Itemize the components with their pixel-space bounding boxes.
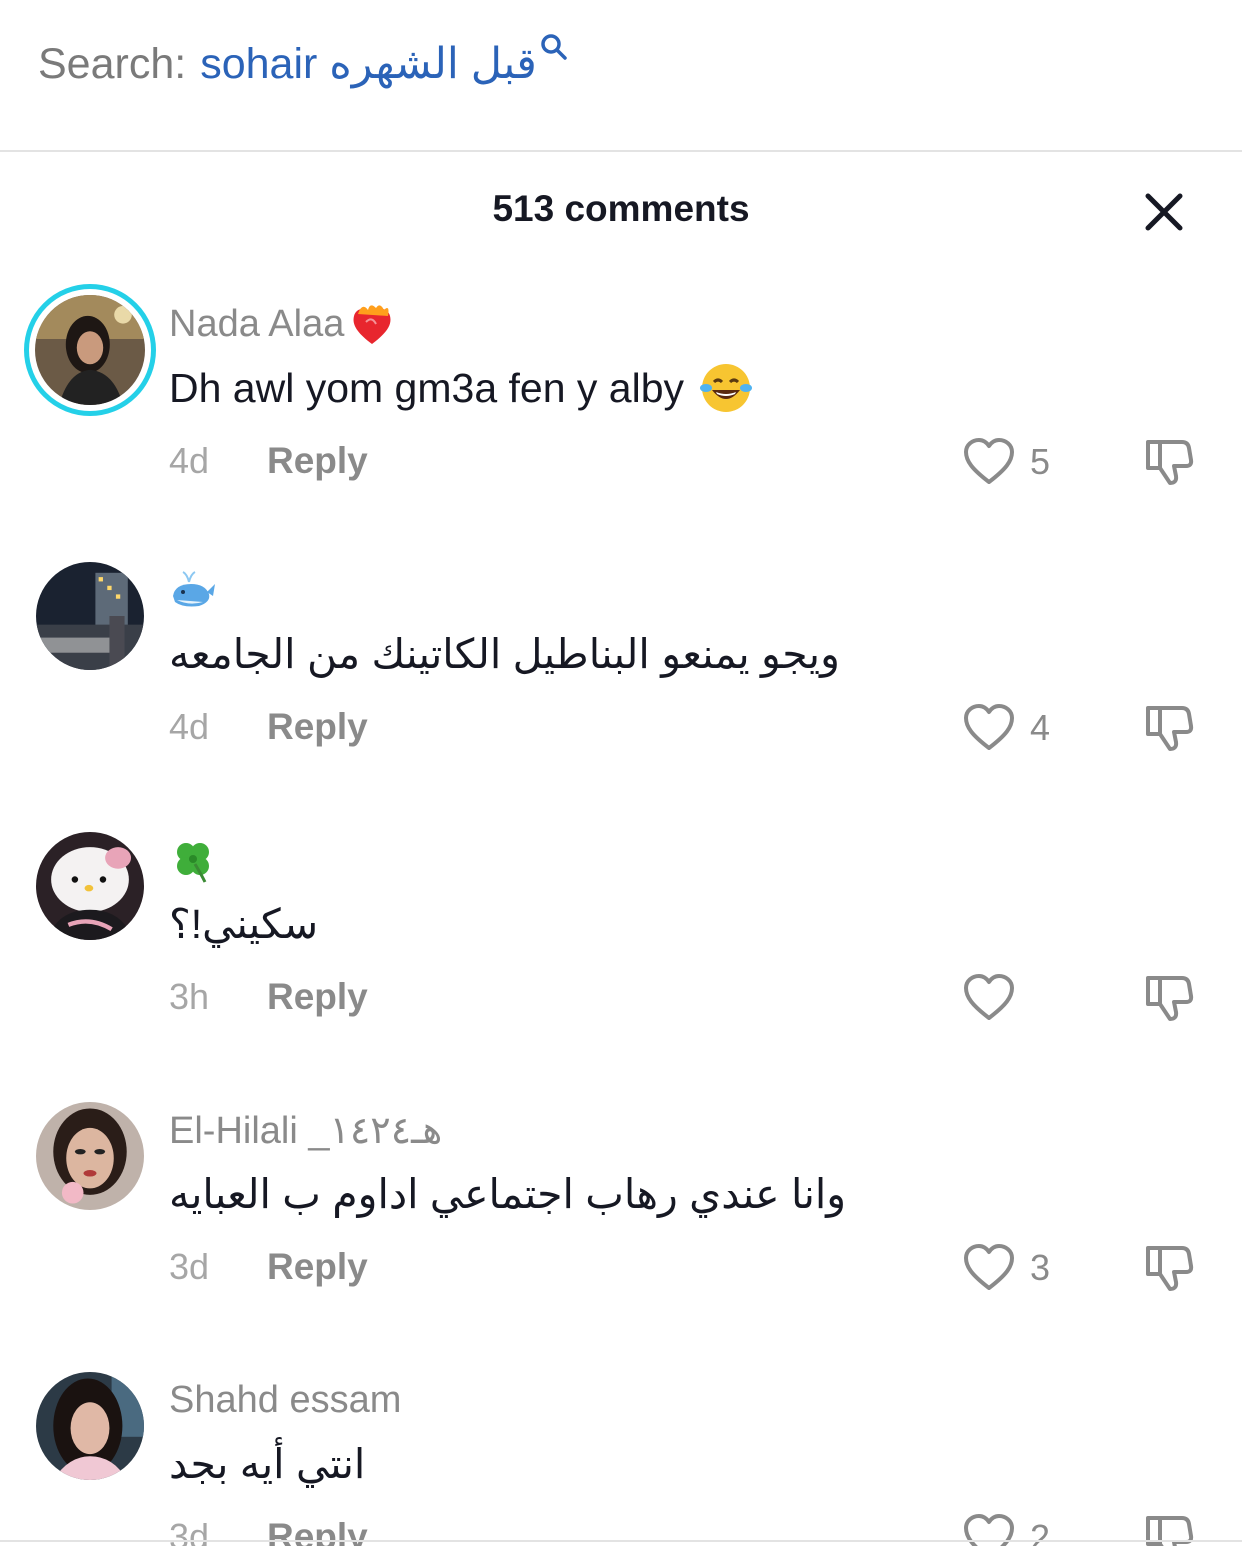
like-count: 5 bbox=[1030, 441, 1051, 482]
comment-text-content: انتي أيه بجد bbox=[169, 1441, 366, 1487]
comment-item: Shahd essam انتي أيه بجد 3d Reply 2 bbox=[0, 1372, 1242, 1546]
like-button[interactable] bbox=[962, 972, 1030, 1024]
four-leaf-clover-icon bbox=[177, 843, 209, 883]
comment-text-content: سكيني!؟ bbox=[169, 901, 319, 947]
comment-time: 4d bbox=[169, 440, 210, 481]
comment-item: El-Hilali _هـ١٤٢٤ وانا عندي رهاب اجتماعي… bbox=[0, 1102, 1242, 1372]
like-count: 4 bbox=[1030, 707, 1051, 748]
comment-item: سكيني!؟ 3h Reply bbox=[0, 832, 1242, 1102]
avatar[interactable] bbox=[24, 284, 156, 416]
comment-username[interactable]: Shahd essam bbox=[169, 1376, 401, 1424]
comment-item: Nada Alaa Dh awl yom gm3a fen y alby 4d … bbox=[0, 284, 1242, 566]
tears-of-joy-icon bbox=[700, 364, 753, 412]
comment-time: 3h bbox=[169, 976, 210, 1017]
comment-text-content: وانا عندي رهاب اجتماعي اداوم ب العبايه bbox=[169, 1171, 847, 1217]
search-icon[interactable] bbox=[539, 32, 569, 62]
bottom-divider bbox=[0, 1540, 1242, 1542]
comment-time: 3d bbox=[169, 1246, 210, 1287]
comment-text: سكيني!؟ bbox=[169, 894, 318, 954]
dislike-icon[interactable] bbox=[1142, 972, 1196, 1024]
close-icon[interactable] bbox=[1138, 186, 1190, 238]
like-button[interactable]: 3 bbox=[962, 1242, 1050, 1294]
heart-icon[interactable] bbox=[962, 703, 1016, 753]
comment-username[interactable]: Nada Alaa bbox=[169, 300, 396, 348]
username-text[interactable]: Shahd essam bbox=[169, 1379, 401, 1422]
comment-username[interactable]: El-Hilali _هـ١٤٢٤ bbox=[169, 1106, 442, 1154]
dislike-icon[interactable] bbox=[1142, 1242, 1196, 1294]
like-button[interactable]: 4 bbox=[962, 702, 1050, 754]
search-bar[interactable]: Search: sohair قبل الشهره bbox=[0, 0, 1242, 152]
avatar-image bbox=[36, 562, 144, 670]
heart-icon[interactable] bbox=[962, 437, 1016, 487]
comment-text: Dh awl yom gm3a fen y alby bbox=[169, 358, 754, 418]
whale-icon bbox=[173, 571, 215, 607]
comment-text: ويجو يمنعو البناطيل الكاتينك من الجامعه bbox=[169, 624, 840, 684]
comment-meta: 3h Reply bbox=[169, 972, 368, 1022]
avatar-image bbox=[35, 295, 145, 405]
comments-header: 513 comments bbox=[0, 152, 1242, 272]
avatar-image bbox=[36, 1372, 144, 1480]
search-query[interactable]: sohair قبل الشهره bbox=[200, 38, 537, 90]
comment-username[interactable] bbox=[169, 836, 217, 884]
comment-meta: 4d Reply bbox=[169, 436, 368, 486]
dislike-icon[interactable] bbox=[1142, 702, 1196, 754]
like-count: 3 bbox=[1030, 1247, 1051, 1288]
reply-button[interactable]: Reply bbox=[267, 1246, 368, 1288]
like-button[interactable]: 5 bbox=[962, 436, 1050, 488]
avatar-image bbox=[36, 832, 144, 940]
comment-meta: 4d Reply bbox=[169, 702, 368, 752]
comment-text: وانا عندي رهاب اجتماعي اداوم ب العبايه bbox=[169, 1164, 846, 1224]
avatar[interactable] bbox=[36, 1372, 144, 1480]
reply-button[interactable]: Reply bbox=[267, 440, 368, 482]
comment-text: انتي أيه بجد bbox=[169, 1434, 365, 1494]
avatar[interactable] bbox=[36, 562, 144, 670]
comment-username[interactable] bbox=[169, 566, 217, 614]
comment-meta: 3d Reply bbox=[169, 1242, 368, 1292]
dislike-icon[interactable] bbox=[1142, 436, 1196, 488]
reply-button[interactable]: Reply bbox=[267, 706, 368, 748]
comment-item: ويجو يمنعو البناطيل الكاتينك من الجامعه … bbox=[0, 562, 1242, 832]
reply-button[interactable]: Reply bbox=[267, 976, 368, 1018]
avatar-image bbox=[36, 1102, 144, 1210]
heart-icon[interactable] bbox=[962, 973, 1016, 1023]
username-text[interactable]: El-Hilali _هـ١٤٢٤ bbox=[169, 1108, 442, 1153]
avatar[interactable] bbox=[36, 1102, 144, 1210]
avatar[interactable] bbox=[36, 832, 144, 940]
search-label: Search: bbox=[38, 40, 187, 88]
comment-text-content: Dh awl yom gm3a fen y alby bbox=[169, 364, 685, 411]
username-text[interactable]: Nada Alaa bbox=[169, 303, 344, 346]
heart-icon[interactable] bbox=[962, 1243, 1016, 1293]
comment-text-content: ويجو يمنعو البناطيل الكاتينك من الجامعه bbox=[169, 631, 840, 677]
comment-time: 4d bbox=[169, 706, 210, 747]
heart-on-fire-icon bbox=[353, 305, 391, 344]
search-field[interactable]: Search: sohair قبل الشهره bbox=[38, 34, 569, 90]
comment-count: 513 comments bbox=[492, 188, 750, 229]
